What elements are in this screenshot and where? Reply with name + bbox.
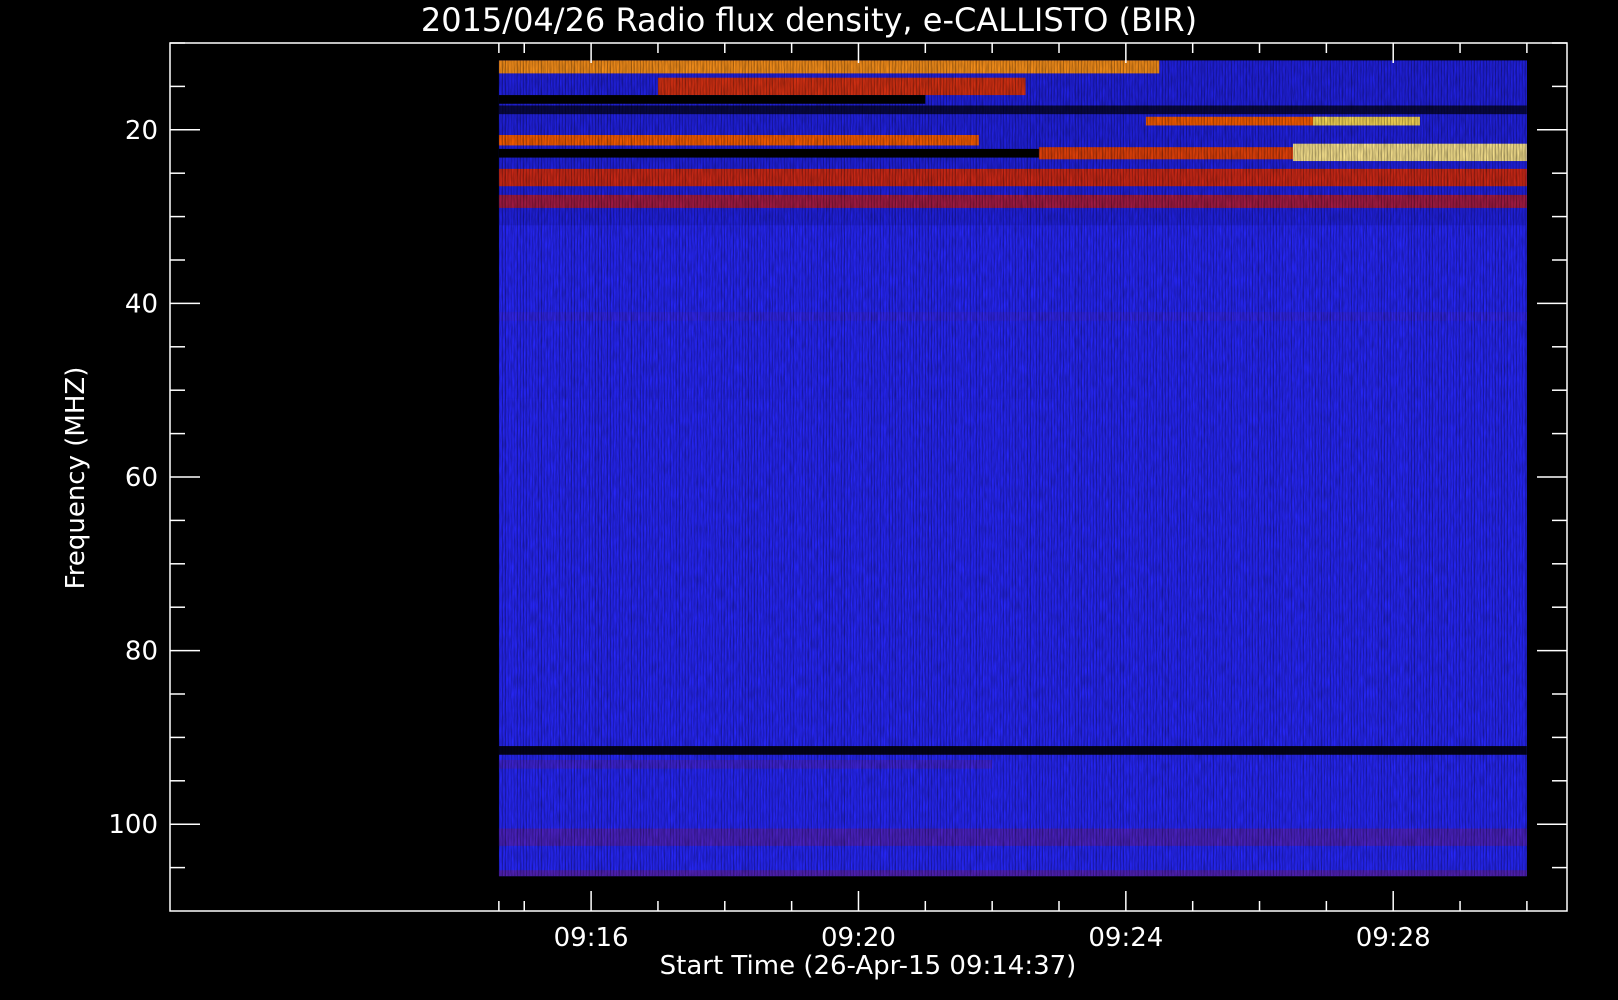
y-tick-label: 20 [125,116,158,146]
noise-overlay [498,60,1527,877]
spectrogram-chart: 2015/04/26 Radio flux density, e-CALLIST… [61,1,1568,981]
y-tick-label: 80 [125,637,158,667]
spectrogram-data [498,60,1527,877]
plot-area [498,60,1527,877]
y-tick-label: 100 [108,810,158,840]
x-tick-label: 09:24 [1088,923,1163,953]
x-tick-label: 09:20 [821,923,896,953]
y-tick-label: 60 [125,463,158,493]
chart-title: 2015/04/26 Radio flux density, e-CALLIST… [421,1,1197,39]
x-axis-label: Start Time (26-Apr-15 09:14:37) [660,951,1077,981]
y-tick-label: 40 [125,289,158,319]
y-axis-label: Frequency (MHZ) [61,367,91,590]
x-tick-label: 09:28 [1356,923,1431,953]
x-tick-label: 09:16 [554,923,629,953]
